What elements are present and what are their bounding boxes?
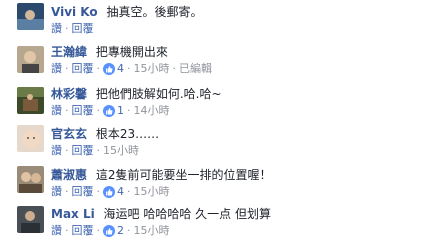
edited-label[interactable]: 已編輯 xyxy=(179,61,212,77)
separator: · xyxy=(96,185,101,198)
avatar[interactable] xyxy=(17,46,44,73)
reply-button[interactable]: 回覆 xyxy=(72,103,94,119)
thumbs-up-icon xyxy=(103,186,115,198)
separator: · xyxy=(65,185,69,198)
like-button[interactable]: 讚 xyxy=(51,143,62,159)
thumbs-up-icon xyxy=(103,225,115,237)
comment-text: 海运吧 哈哈哈哈 久一点 但划算 xyxy=(103,207,271,221)
separator: · xyxy=(127,224,131,237)
timestamp[interactable]: 15小時 xyxy=(134,223,170,239)
like-count[interactable]: 4 xyxy=(103,184,124,200)
comment-text: 把他們肢解如何.哈.哈~ xyxy=(95,87,222,101)
comment: 王瀚緯 把專機開出來 讚 · 回覆 · 4 · 15小時 · 已編輯 xyxy=(0,40,447,80)
comment: 官玄玄 根本23…… 讚 · 回覆 · 15小時 xyxy=(0,120,447,160)
avatar[interactable] xyxy=(17,125,44,152)
like-count-value: 4 xyxy=(117,185,124,198)
timestamp[interactable]: 14小時 xyxy=(134,103,170,119)
comment-text: 這2隻前可能要坐一排的位置喔！ xyxy=(95,168,272,182)
like-count[interactable]: 2 xyxy=(103,223,124,239)
like-count-value: 4 xyxy=(117,62,124,75)
avatar[interactable] xyxy=(17,87,44,114)
like-button[interactable]: 讚 xyxy=(51,21,62,37)
comment-text: 抽真空。後郵寄。 xyxy=(106,5,203,19)
separator: · xyxy=(96,224,101,237)
avatar[interactable] xyxy=(17,3,44,30)
reply-button[interactable]: 回覆 xyxy=(72,21,94,37)
avatar[interactable] xyxy=(17,166,44,193)
comment-author[interactable]: 林彩馨 xyxy=(51,87,87,101)
comment: 林彩馨 把他們肢解如何.哈.哈~ 讚 · 回覆 · 1 · 14小時 xyxy=(0,80,447,120)
separator: · xyxy=(65,62,69,75)
like-count-value: 2 xyxy=(117,224,124,237)
separator: · xyxy=(96,62,101,75)
avatar[interactable] xyxy=(17,206,44,233)
separator: · xyxy=(96,144,101,157)
like-button[interactable]: 讚 xyxy=(51,103,62,119)
like-button[interactable]: 讚 xyxy=(51,184,62,200)
reply-button[interactable]: 回覆 xyxy=(72,223,94,239)
timestamp[interactable]: 15小時 xyxy=(134,61,170,77)
comment-author[interactable]: 王瀚緯 xyxy=(51,45,87,59)
separator: · xyxy=(96,104,101,117)
comment: 蕭淑惠 這2隻前可能要坐一排的位置喔！ 讚 · 回覆 · 4 · 15小時 xyxy=(0,160,447,200)
comment-text: 根本23…… xyxy=(95,127,160,141)
comment: Max Li 海运吧 哈哈哈哈 久一点 但划算 讚 · 回覆 · 2 · 15小… xyxy=(0,200,447,240)
timestamp[interactable]: 15小時 xyxy=(134,184,170,200)
separator: · xyxy=(127,185,131,198)
like-button[interactable]: 讚 xyxy=(51,61,62,77)
comment-author[interactable]: 蕭淑惠 xyxy=(51,168,87,182)
reply-button[interactable]: 回覆 xyxy=(72,61,94,77)
reply-button[interactable]: 回覆 xyxy=(72,143,94,159)
separator: · xyxy=(127,62,131,75)
comment-author[interactable]: 官玄玄 xyxy=(51,127,87,141)
comment-author[interactable]: Vivi Ko xyxy=(51,5,98,19)
separator: · xyxy=(65,22,69,35)
thumbs-up-icon xyxy=(103,63,115,75)
separator: · xyxy=(65,224,69,237)
comment: Vivi Ko 抽真空。後郵寄。 讚 · 回覆 xyxy=(0,0,447,40)
reply-button[interactable]: 回覆 xyxy=(72,184,94,200)
separator: · xyxy=(65,104,69,117)
like-count[interactable]: 4 xyxy=(103,61,124,77)
separator: · xyxy=(172,62,177,75)
like-count-value: 1 xyxy=(117,104,124,117)
thumbs-up-icon xyxy=(103,105,115,117)
comment-author[interactable]: Max Li xyxy=(51,207,95,221)
like-count[interactable]: 1 xyxy=(103,103,124,119)
separator: · xyxy=(127,104,131,117)
timestamp[interactable]: 15小時 xyxy=(103,143,139,159)
like-button[interactable]: 讚 xyxy=(51,223,62,239)
separator: · xyxy=(65,144,69,157)
comment-text: 把專機開出來 xyxy=(95,45,168,59)
comment-list: Vivi Ko 抽真空。後郵寄。 讚 · 回覆 王瀚緯 把專機開出來 讚 · 回… xyxy=(0,0,447,240)
